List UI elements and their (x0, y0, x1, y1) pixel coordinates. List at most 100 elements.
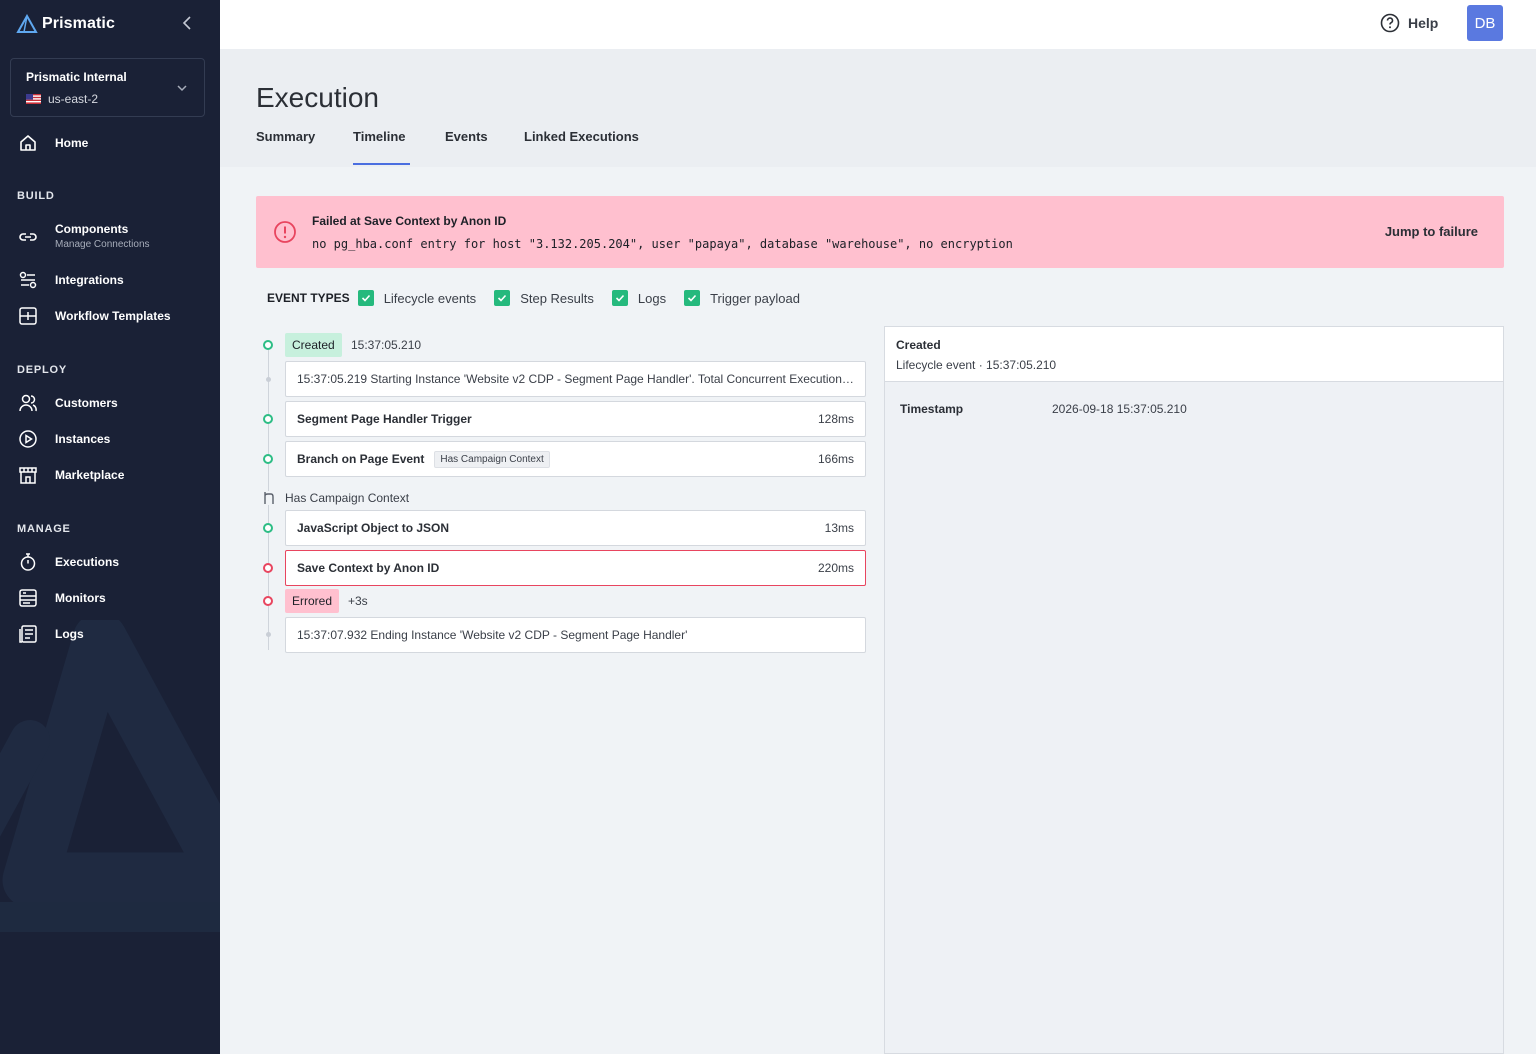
sidebar-item-sublabel: Manage Connections (55, 239, 150, 250)
sidebar-item-instances[interactable]: Instances (0, 429, 220, 449)
sidebar-item-logs[interactable]: Logs (0, 624, 220, 644)
timestamp-label: Timestamp (900, 402, 964, 416)
logs-checkbox[interactable] (611, 290, 628, 306)
step-javascript-object-to-json[interactable]: JavaScript Object to JSON 13ms (285, 510, 866, 546)
alert-circle-icon (274, 221, 296, 243)
errored-time: +3s (348, 594, 368, 608)
step-duration: 166ms (817, 452, 854, 466)
org-switcher[interactable]: Prismatic Internal us-east-2 (10, 58, 205, 117)
sidebar-item-components[interactable]: Components Manage Connections (0, 222, 220, 252)
jump-to-failure-button[interactable]: Jump to failure (1385, 224, 1478, 239)
tab-summary[interactable]: Summary (256, 129, 315, 144)
sidebar-item-label: Customers (55, 396, 118, 410)
sidebar-item-monitors[interactable]: Monitors (0, 588, 220, 608)
lifecycle-events-checkbox[interactable] (357, 290, 374, 306)
branch-pill: Has Campaign Context (434, 450, 550, 468)
region-label: us-east-2 (48, 92, 99, 106)
check-icon (361, 294, 370, 302)
check-icon (615, 294, 624, 302)
timestamp-value: 2026-09-18 15:37:05.210 (1052, 402, 1187, 416)
timeline-dot (263, 523, 273, 533)
checkbox-label: Trigger payload (710, 290, 800, 306)
banner-message: no pg_hba.conf entry for host "3.132.205… (312, 237, 1013, 251)
errored-tag[interactable]: Errored (285, 589, 340, 613)
step-name: Segment Page Handler Trigger (297, 412, 472, 426)
sidebar-item-customers[interactable]: Customers (0, 393, 220, 413)
brand-name: Prismatic (42, 15, 115, 32)
help-button[interactable]: Help (1380, 13, 1438, 33)
collapse-sidebar-button[interactable] (178, 14, 196, 32)
chevron-down-icon (177, 85, 187, 92)
sidebar: Prismatic Prismatic Internal us-east-2 H… (0, 0, 220, 1054)
sidebar-item-label: Components (55, 222, 129, 236)
tab-events[interactable]: Events (445, 129, 488, 144)
banner-title: Failed at Save Context by Anon ID (312, 214, 507, 228)
branch-indicator: Has Campaign Context (263, 491, 409, 505)
event-types-label: EVENT TYPES (267, 291, 350, 305)
log-text: 15:37:07.932 Ending Instance 'Website v2… (297, 628, 688, 642)
tab-timeline[interactable]: Timeline (353, 129, 406, 144)
logs-icon (19, 625, 37, 643)
help-icon (1380, 13, 1400, 33)
sidebar-item-executions[interactable]: Executions (0, 552, 220, 572)
sidebar-item-label: Workflow Templates (55, 309, 171, 323)
tab-linked-executions[interactable]: Linked Executions (524, 129, 639, 144)
created-tag[interactable]: Created (285, 333, 342, 357)
sidebar-band (0, 902, 220, 932)
section-build: BUILD (17, 190, 55, 202)
link-icon (19, 233, 37, 241)
event-types-filter: EVENT TYPES Lifecycle events Step Result… (267, 289, 818, 307)
error-banner: Failed at Save Context by Anon ID no pg_… (256, 196, 1504, 268)
step-results-checkbox[interactable] (494, 290, 511, 306)
branch-icon (263, 491, 275, 505)
brand-logo[interactable]: Prismatic (16, 12, 115, 36)
section-manage: MANAGE (17, 523, 71, 535)
stopwatch-icon (20, 553, 36, 571)
active-tab-indicator (353, 163, 410, 165)
check-icon (498, 294, 507, 302)
step-duration: 128ms (817, 412, 854, 426)
checkbox-label: Step Results (520, 290, 594, 306)
sidebar-item-home[interactable]: Home (0, 133, 220, 153)
sidebar-item-workflow-templates[interactable]: Workflow Templates (0, 306, 220, 326)
sidebar-item-marketplace[interactable]: Marketplace (0, 465, 220, 485)
check-icon (688, 294, 697, 302)
timeline-dot (263, 340, 273, 350)
step-name: JavaScript Object to JSON (297, 521, 450, 535)
step-duration: 13ms (824, 521, 854, 535)
timeline-dot-error (263, 563, 273, 573)
integrations-icon (19, 271, 37, 289)
play-circle-icon (19, 430, 37, 448)
org-region: us-east-2 (26, 92, 98, 106)
step-save-context-by-anon-id[interactable]: Save Context by Anon ID 220ms (285, 550, 866, 586)
sidebar-item-label: Instances (55, 432, 111, 446)
log-entry-end[interactable]: 15:37:07.932 Ending Instance 'Website v2… (285, 617, 866, 653)
timeline-dot (263, 414, 273, 424)
step-branch-on-page-event[interactable]: Branch on Page Event Has Campaign Contex… (285, 441, 866, 477)
chevron-left-icon (182, 16, 191, 30)
timeline-mini-dot (266, 377, 271, 382)
log-entry-start[interactable]: 15:37:05.219 Starting Instance 'Website … (285, 361, 866, 397)
details-title: Created (896, 338, 941, 352)
sidebar-item-label: Marketplace (55, 468, 125, 482)
sidebar-item-integrations[interactable]: Integrations (0, 270, 220, 290)
details-panel: Created Lifecycle event · 15:37:05.210 T… (884, 326, 1504, 1054)
avatar[interactable]: DB (1467, 5, 1503, 41)
us-flag-icon (26, 94, 41, 104)
monitor-icon (19, 589, 37, 607)
step-name: Save Context by Anon ID (297, 561, 440, 575)
org-name: Prismatic Internal (26, 70, 127, 84)
checkbox-label: Lifecycle events (383, 290, 477, 306)
sidebar-item-label: Home (55, 136, 89, 150)
topbar: Help DB (220, 0, 1536, 49)
trigger-payload-checkbox[interactable] (684, 290, 701, 306)
timeline-dot (263, 454, 273, 464)
help-label: Help (1408, 15, 1439, 31)
prismatic-logo-icon (16, 14, 38, 33)
step-name: Branch on Page Event (297, 452, 425, 466)
users-icon (19, 394, 37, 412)
page-title: Execution (256, 82, 379, 113)
home-icon (20, 135, 36, 151)
checkbox-label: Logs (637, 290, 667, 306)
step-segment-page-handler-trigger[interactable]: Segment Page Handler Trigger 128ms (285, 401, 866, 437)
